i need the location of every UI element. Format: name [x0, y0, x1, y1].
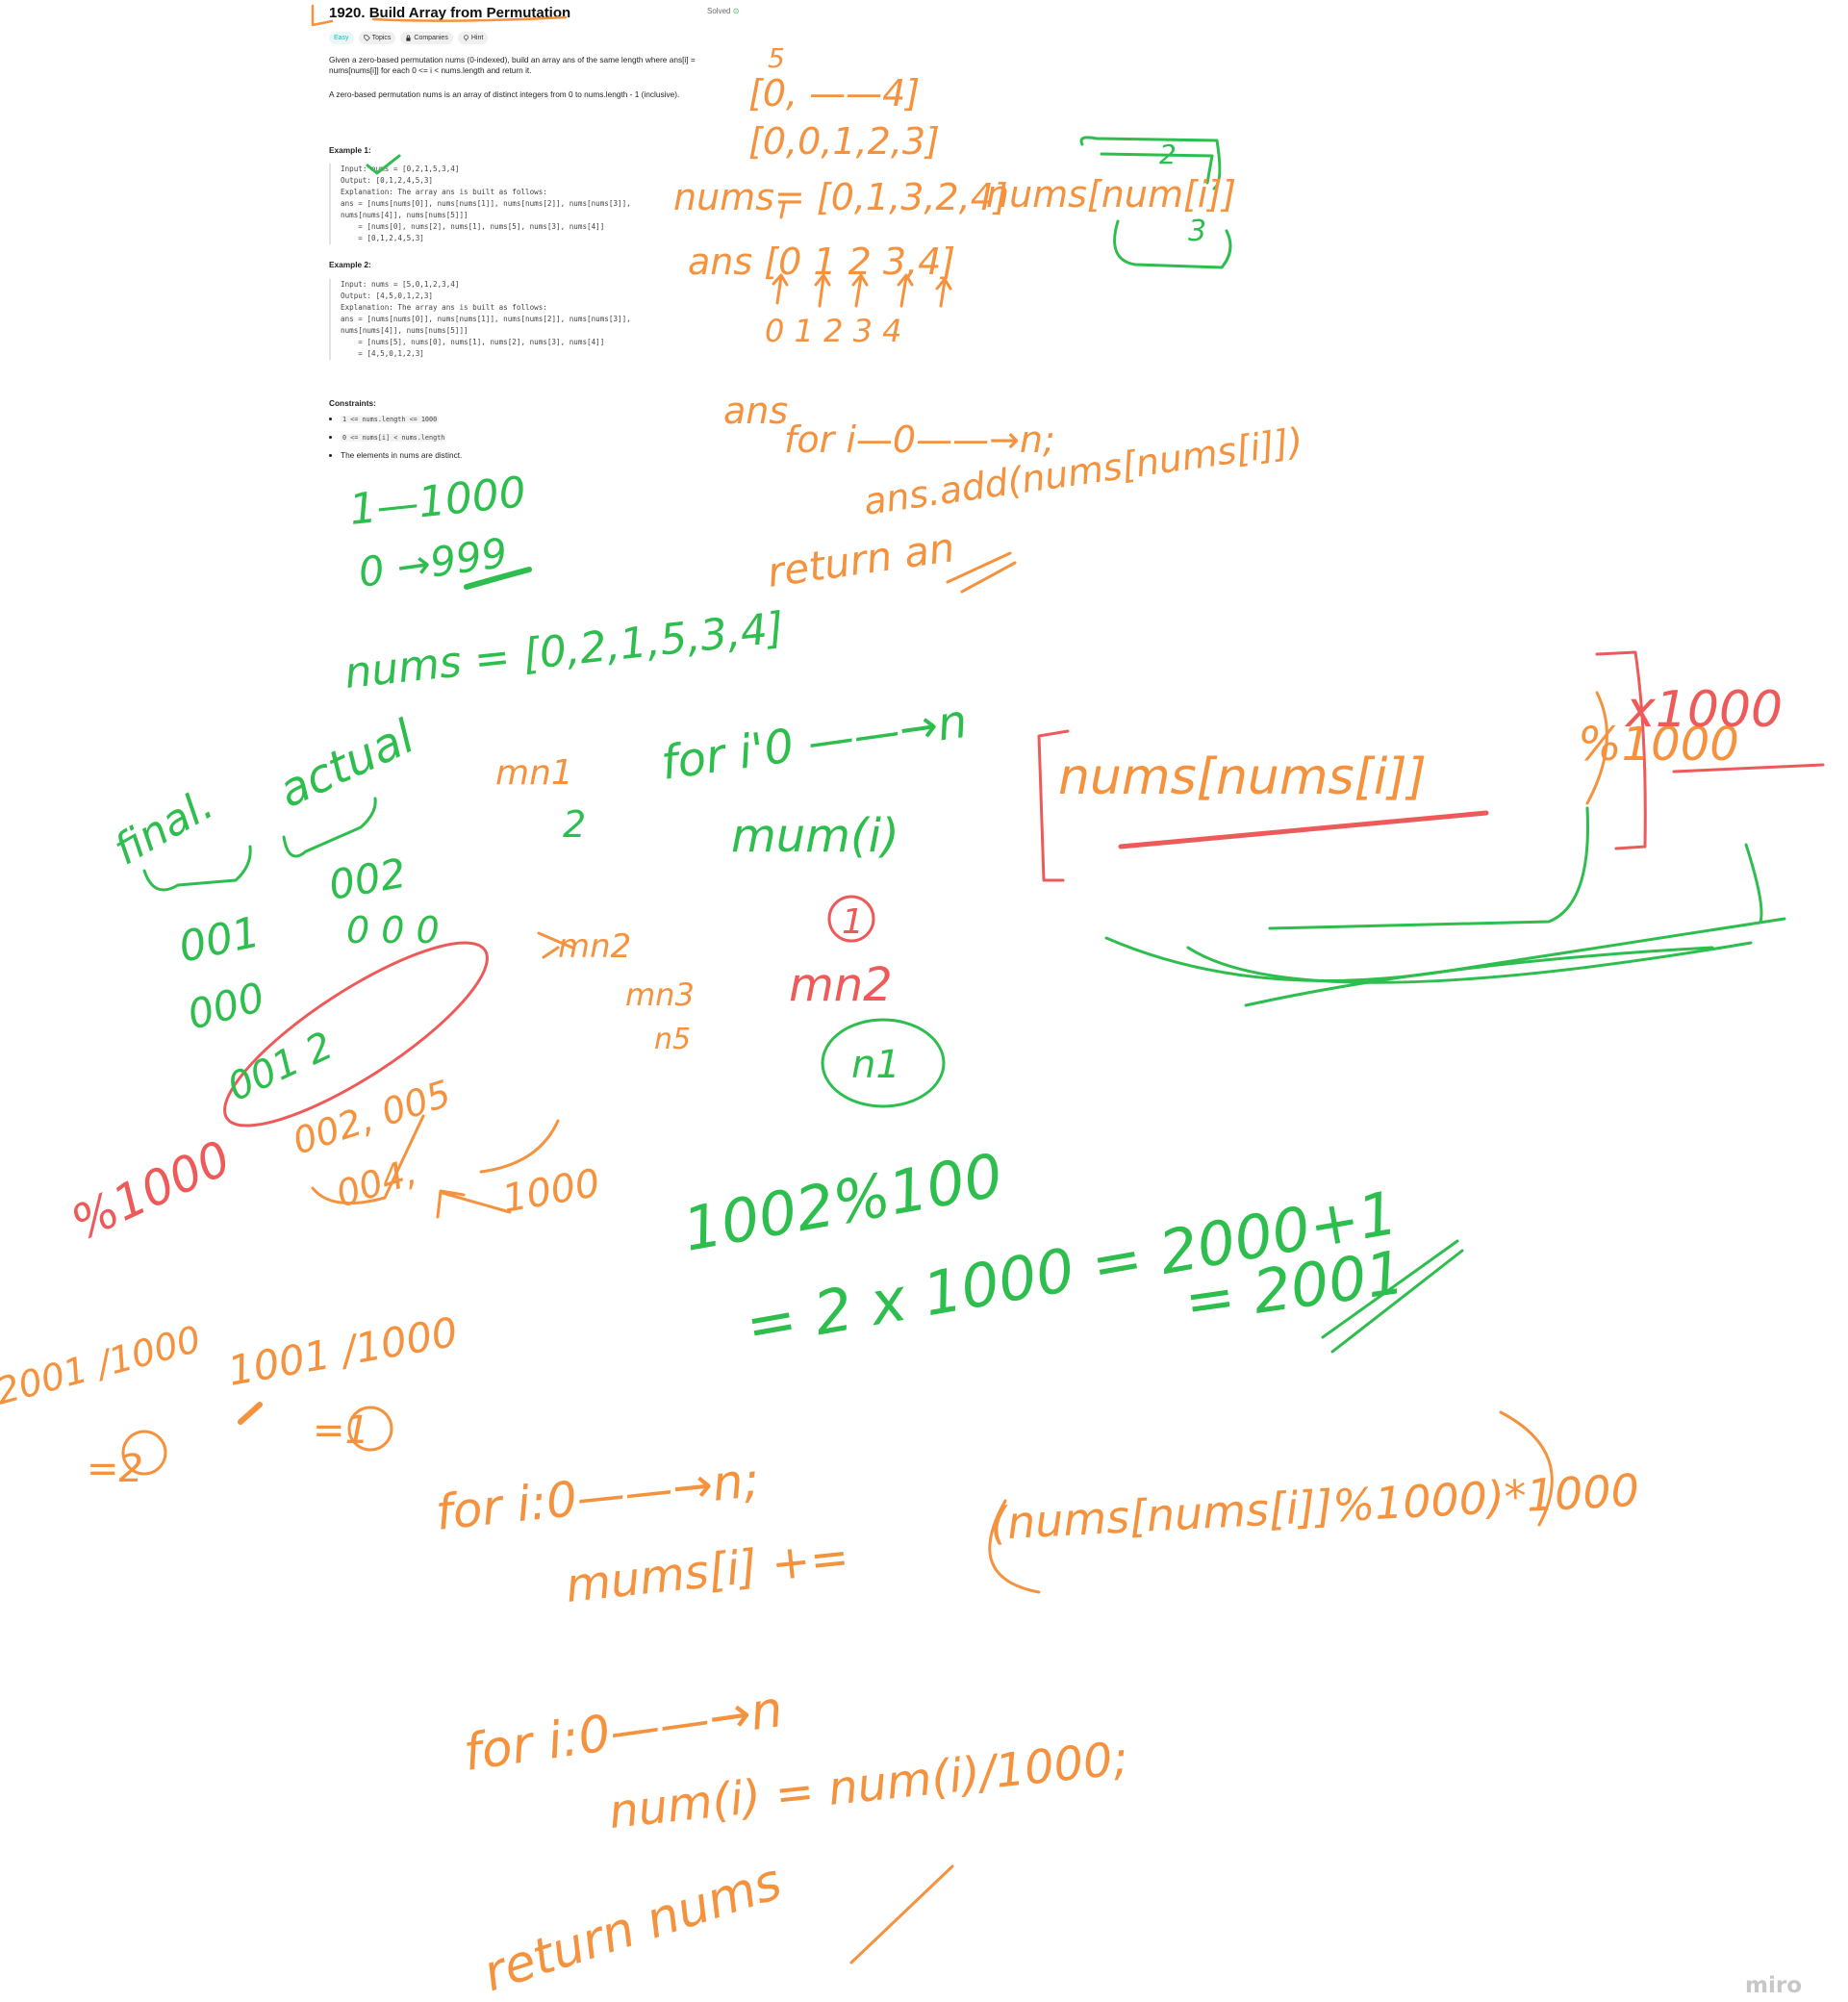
note-green: 1002%100: [678, 1140, 1008, 1265]
arrow-stroke: [935, 277, 952, 308]
note-orange: =2: [87, 1447, 143, 1491]
note-orange: 1001 /1000: [224, 1308, 461, 1395]
note-green: for i'0 ——→n: [658, 695, 971, 791]
cross-out-stroke: [1186, 941, 1753, 984]
note-orange: 0 1 2 3 4: [765, 313, 901, 349]
note-red: %1000: [63, 1129, 240, 1251]
check-stroke: [366, 154, 401, 175]
note-green: n1: [851, 1043, 900, 1087]
note-green: nums = [0,2,1,5,3,4]: [342, 603, 786, 698]
green-bracket-stroke: [1113, 219, 1232, 269]
note-red: mn2: [789, 958, 893, 1012]
note-orange: 1000: [499, 1161, 603, 1222]
note-orange: mums[i] +=: [563, 1530, 851, 1613]
note-orange: 2001 /1000: [0, 1318, 205, 1413]
note-orange: n5: [654, 1023, 691, 1056]
whiteboard-canvas[interactable]: 1920. Build Array from Permutation Solve…: [0, 0, 1848, 2002]
note-orange: 004,: [331, 1151, 421, 1216]
red-underline-stroke: [1118, 810, 1489, 849]
note-green: 1—1000: [347, 468, 528, 535]
note-orange: return an: [765, 523, 958, 596]
note-orange: [0,0,1,2,3]: [748, 120, 940, 163]
note-orange: nums[num[i]]: [986, 173, 1236, 215]
note-orange: ans: [723, 390, 788, 432]
note-orange: =1: [313, 1408, 369, 1453]
corner-tick-stroke: [311, 4, 334, 27]
underline-stroke: [849, 1864, 954, 1964]
note-green: final.: [106, 780, 221, 875]
underline-stroke: [946, 551, 1017, 594]
note-orange: for i:0——→n;: [433, 1452, 762, 1541]
note-green: 0 0 0: [346, 909, 440, 951]
underline-stroke: [238, 1402, 263, 1425]
note-green: 2: [1159, 139, 1177, 170]
miro-watermark: miro: [1745, 1973, 1802, 1998]
note-red: x1000: [1624, 681, 1783, 739]
note-orange: for i:0——→n: [460, 1681, 786, 1783]
green-bracket-stroke: [1744, 843, 1763, 924]
note-orange: nums= [0,1,3,2,4]: [673, 176, 1008, 218]
note-green: 2: [563, 803, 586, 846]
note-orange: [0, ——4]: [748, 72, 920, 114]
note-orange: 5: [768, 42, 785, 74]
note-green: 001: [175, 907, 265, 972]
note-green: mum(i): [731, 809, 899, 863]
arrow-stroke: [436, 1189, 512, 1219]
note-orange: ans [0 1 2 3,4]: [688, 241, 955, 283]
note-orange: nums[nums[i]]: [1058, 748, 1427, 806]
note-green: 0 →999: [356, 529, 511, 596]
note-orange: (nums[nums[i]]%1000)*1000: [989, 1464, 1640, 1550]
note-red: 1: [842, 902, 864, 942]
note-orange: mn2: [558, 927, 631, 966]
note-green: 000: [183, 974, 269, 1039]
note-orange: 002, 005: [288, 1072, 456, 1162]
note-orange: for i—0——→n;: [784, 418, 1055, 461]
orange-bracket-stroke: [479, 1119, 560, 1174]
note-orange: return nums: [476, 1853, 788, 2002]
note-orange: mn3: [625, 976, 695, 1013]
title-underline-stroke: [371, 15, 568, 22]
note-orange: mn1: [495, 753, 573, 793]
note-green: actual: [270, 709, 422, 818]
note-green: 002: [325, 849, 409, 909]
cross-out-stroke: [1244, 946, 1714, 1007]
ink-layer[interactable]: 5 [0, ——4] [0,0,1,2,3] nums= [0,1,3,2,4]…: [0, 0, 1848, 2002]
note-green: 3: [1188, 215, 1206, 248]
